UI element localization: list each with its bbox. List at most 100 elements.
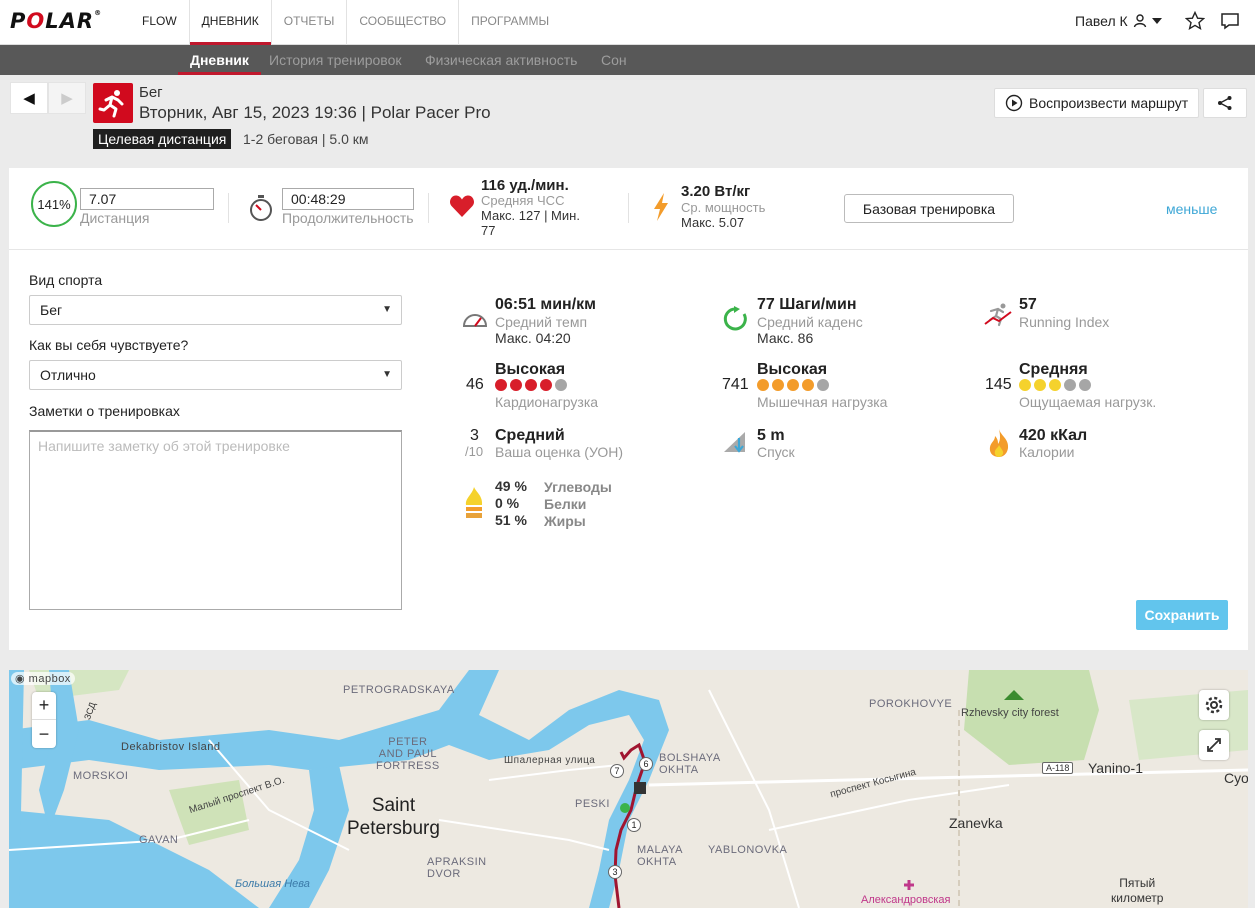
play-route-button[interactable]: Воспроизвести маршрут <box>994 88 1199 118</box>
rpe-label: Ваша оценка (УОН) <box>495 444 624 460</box>
calories-label: Калории <box>1019 444 1075 460</box>
map-label-yanino: Yanino-1 <box>1088 760 1144 776</box>
zoom-out-button[interactable]: − <box>32 720 56 748</box>
rpe-denominator: /10 <box>465 444 484 459</box>
sport-type-select[interactable]: Бег ▼ <box>29 295 402 325</box>
map-label-saint-petersburg: Saint Petersburg <box>347 795 440 839</box>
flame-icon <box>989 429 1009 457</box>
caret-down-icon: ▼ <box>382 369 392 380</box>
map-label-zanevka: Zanevka <box>949 815 1003 831</box>
energy-sources-icon <box>465 487 483 518</box>
subnav-diary[interactable]: Дневник <box>178 45 261 75</box>
load-dot <box>757 379 769 391</box>
calories-value: 420 кКал <box>1019 427 1088 444</box>
save-button[interactable]: Сохранить <box>1136 600 1228 630</box>
mapbox-logo-icon: ◉ <box>15 673 26 685</box>
expand-icon <box>1207 738 1221 752</box>
protein-percent: 0 % <box>495 495 520 511</box>
user-menu[interactable]: Павел К <box>1075 13 1162 29</box>
rpe-number: 3 <box>470 427 479 444</box>
feeling-value: Отлично <box>40 367 96 383</box>
star-icon[interactable] <box>1184 10 1206 32</box>
nav-reports[interactable]: ОТЧЕТЫ <box>270 0 347 45</box>
map-label-petrogradskaya: PETROGRADSKAYA <box>343 684 455 696</box>
map-settings-button[interactable] <box>1199 690 1229 720</box>
distance-value[interactable]: 7.07 <box>80 188 214 210</box>
running-index-label: Running Index <box>1019 314 1110 330</box>
map-label-shpalernaya: Шпалерная улица <box>504 755 596 766</box>
subnav-sleep[interactable]: Сон <box>601 45 627 75</box>
map-label-gavan: GAVAN <box>139 834 179 846</box>
top-bar: POLAR® FLOW ДНЕВНИК ОТЧЕТЫ СООБЩЕСТВО ПР… <box>0 0 1255 45</box>
sub-nav: Дневник История тренировок Физическая ак… <box>0 45 1255 75</box>
feeling-select[interactable]: Отлично ▼ <box>29 360 402 390</box>
power-label: Ср. мощность <box>681 200 766 215</box>
map-label-aleksandrovskaya: Александровская <box>861 894 951 906</box>
target-badge[interactable]: Целевая дистанция <box>93 129 232 149</box>
subnav-activity[interactable]: Физическая активность <box>425 45 577 75</box>
pace-value: 06:51 мин/км <box>495 296 596 313</box>
distance-percent: 141% <box>31 181 77 227</box>
load-dot <box>1019 379 1031 391</box>
hr-min: 77 <box>481 223 496 238</box>
zoom-in-button[interactable]: + <box>32 692 56 720</box>
nav-diary[interactable]: ДНЕВНИК <box>188 0 271 45</box>
load-dot <box>555 379 567 391</box>
load-dot <box>1064 379 1076 391</box>
route-map[interactable]: ◉ mapbox + − PETROGRADSKAYA Dekabristov … <box>9 670 1248 908</box>
cadence-max: Макс. 86 <box>757 330 814 346</box>
descent-label: Спуск <box>757 444 795 460</box>
caret-down-icon: ▼ <box>382 304 392 315</box>
map-label-yablonovka: YABLONOVKA <box>708 844 788 856</box>
prev-session-button[interactable]: ◀ <box>10 82 48 114</box>
base-training-button[interactable]: Базовая тренировка <box>844 194 1014 223</box>
running-index-icon <box>984 303 1012 327</box>
user-name: Павел К <box>1075 13 1128 29</box>
mapbox-attribution[interactable]: ◉ mapbox <box>11 672 75 685</box>
notes-textarea[interactable]: Напишите заметку об этой тренировке <box>29 430 402 610</box>
subnav-history[interactable]: История тренировок <box>269 45 401 75</box>
muscle-number: 741 <box>722 376 749 393</box>
load-dot <box>1049 379 1061 391</box>
map-label-suo: Суо <box>1224 770 1248 786</box>
polar-logo[interactable]: POLAR® <box>10 9 102 33</box>
carbs-percent: 49 % <box>495 478 527 494</box>
message-icon[interactable] <box>1219 10 1241 32</box>
route-marker-7[interactable]: 7 <box>610 764 624 778</box>
load-dot <box>787 379 799 391</box>
descent-value: 5 m <box>757 427 785 444</box>
hr-minmax: Макс. 127 | Мин. <box>481 208 580 223</box>
summary-row: 141% 7.07 Дистанция 00:48:29 Продолжител… <box>9 168 1248 250</box>
route-marker-3[interactable]: 3 <box>608 865 622 879</box>
next-session-button[interactable]: ▶ <box>48 82 86 114</box>
route-marker-1[interactable]: 1 <box>627 818 641 832</box>
nav-flow[interactable]: FLOW <box>130 0 189 45</box>
descent-icon <box>724 432 745 453</box>
share-button[interactable] <box>1203 88 1247 118</box>
route-marker-6[interactable]: 6 <box>639 757 653 771</box>
sport-name: Бег <box>139 84 163 101</box>
divider <box>228 193 229 223</box>
divider <box>628 193 629 223</box>
fat-percent: 51 % <box>495 512 527 528</box>
target-info: 1-2 беговая | 5.0 км <box>243 131 369 147</box>
stopwatch-icon <box>250 195 272 221</box>
load-dot <box>1034 379 1046 391</box>
cadence-icon <box>723 306 747 331</box>
map-canvas <box>9 670 1248 908</box>
duration-value[interactable]: 00:48:29 <box>282 188 414 210</box>
less-link[interactable]: меньше <box>1166 201 1217 217</box>
sport-type-value: Бег <box>40 302 63 318</box>
map-label-peter-paul: PETER AND PAUL FORTRESS <box>376 736 440 772</box>
map-label-bolshaya-neva: Большая Нева <box>235 878 310 890</box>
running-sport-icon <box>93 83 133 123</box>
fullscreen-button[interactable] <box>1199 730 1229 760</box>
user-icon <box>1133 14 1146 28</box>
notes-label: Заметки о тренировках <box>29 403 180 419</box>
rpe-value: Средний <box>495 427 565 444</box>
play-icon <box>1005 94 1023 112</box>
nav-programs[interactable]: ПРОГРАММЫ <box>458 0 561 45</box>
nav-community[interactable]: СООБЩЕСТВО <box>346 0 458 45</box>
load-dot <box>510 379 522 391</box>
map-label-morskoi: MORSKOI <box>73 770 129 782</box>
